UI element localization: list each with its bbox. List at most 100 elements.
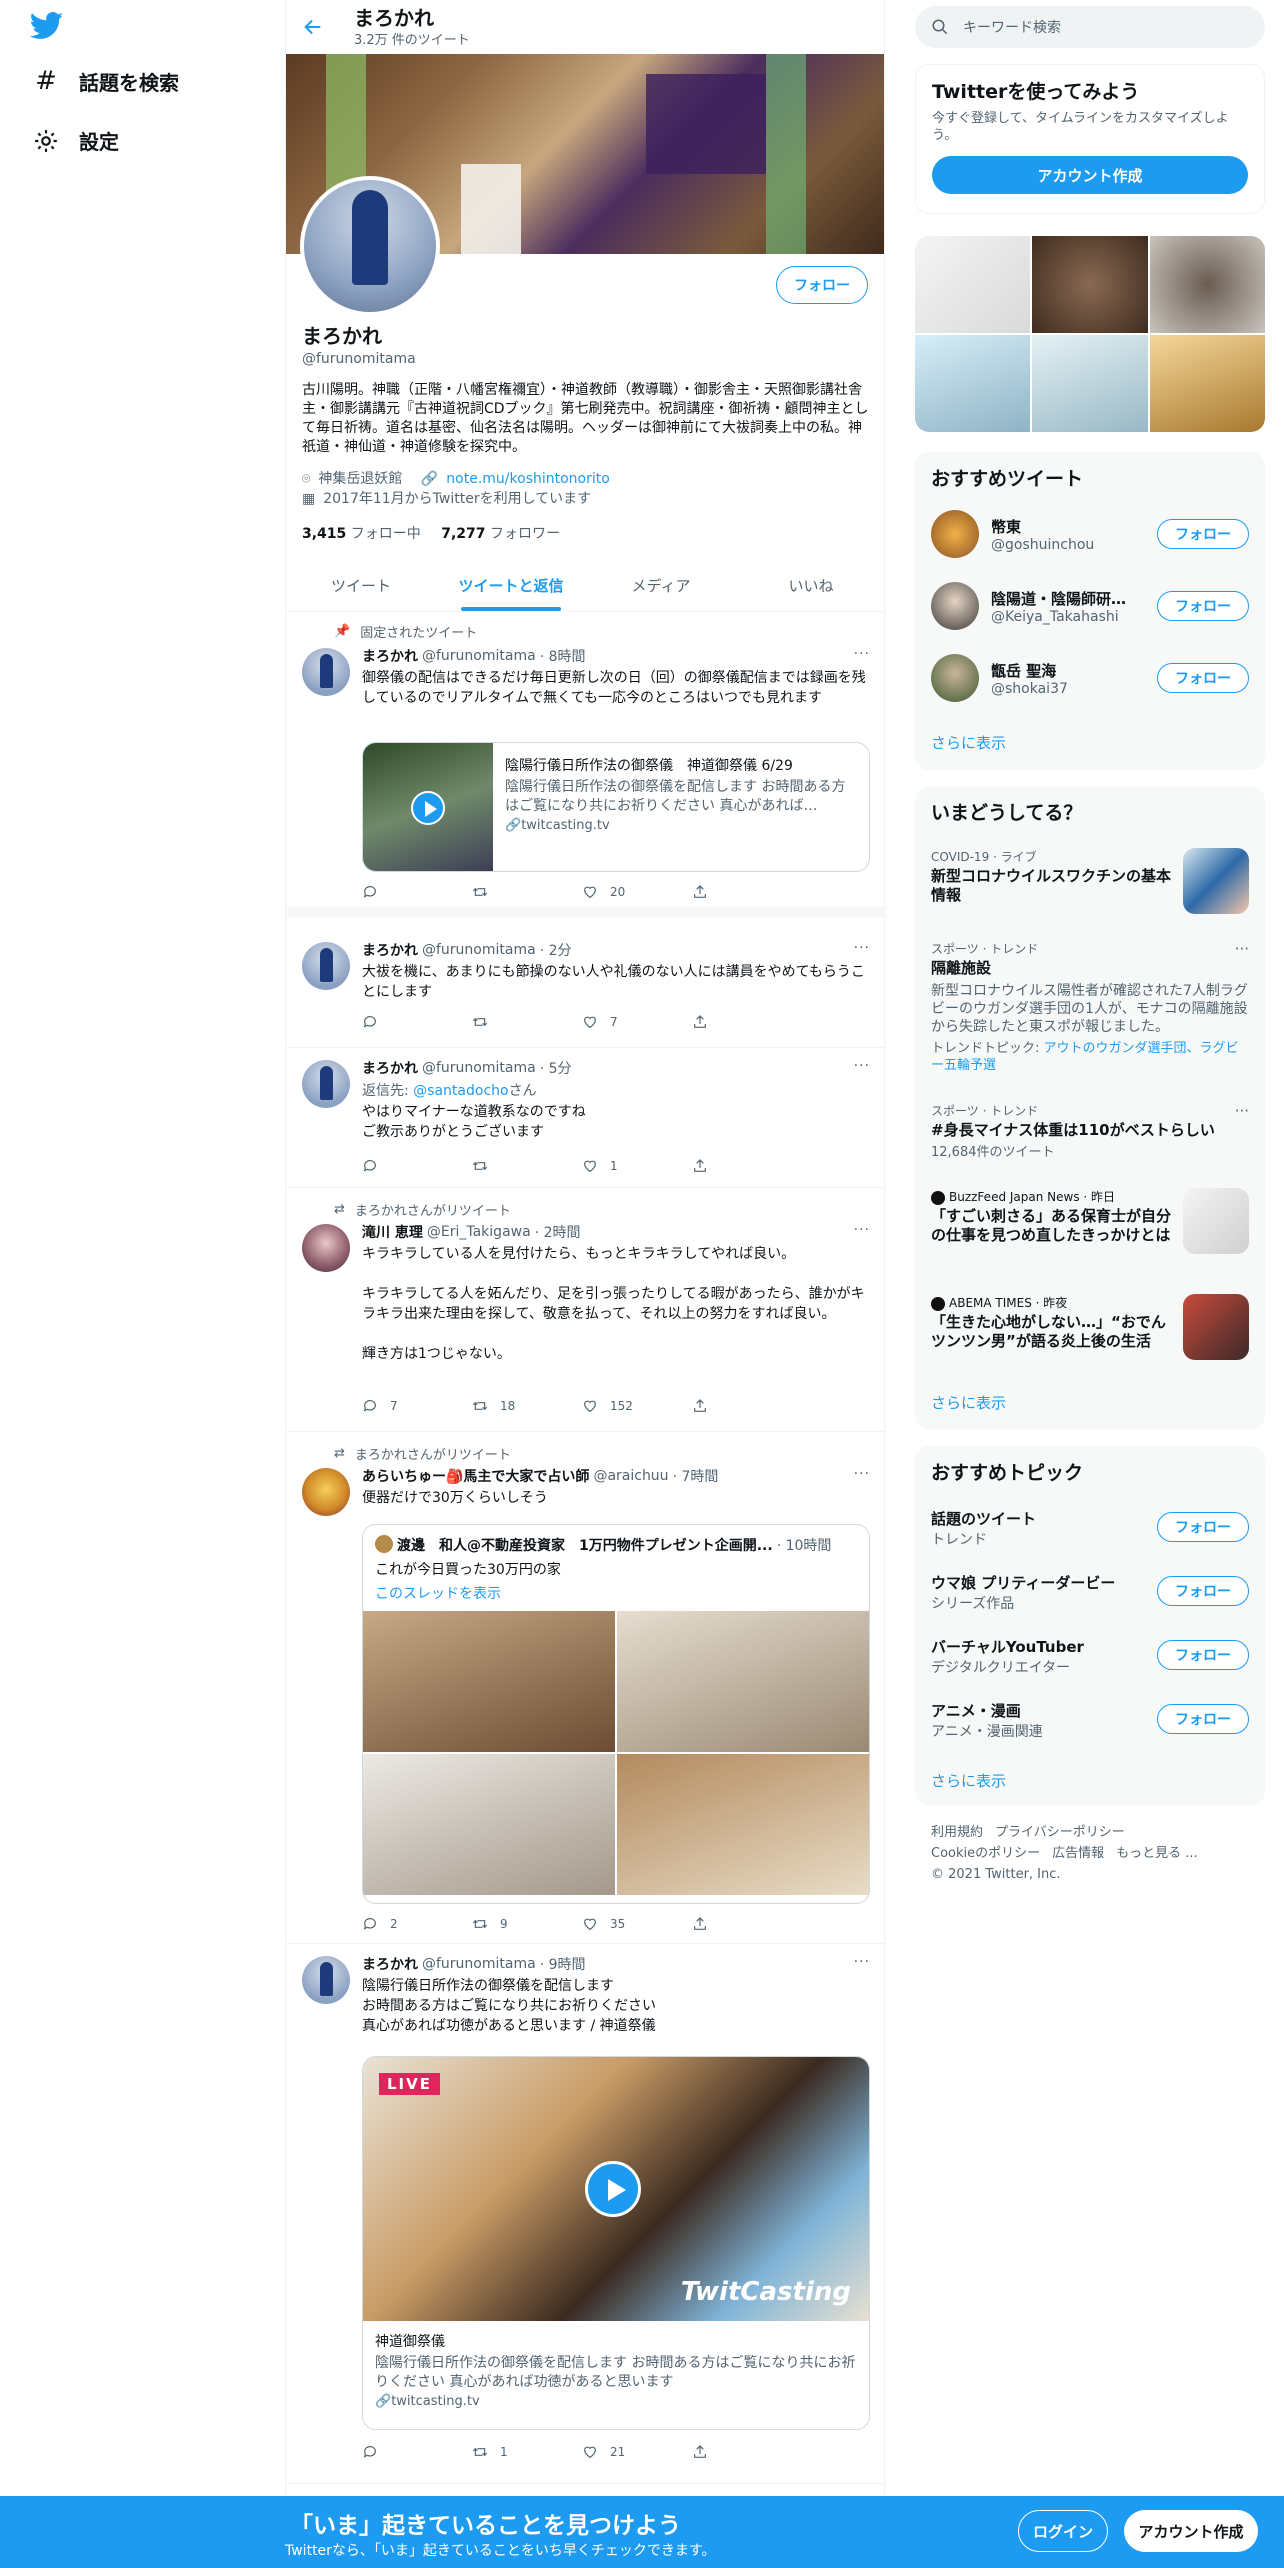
reply-button[interactable] xyxy=(362,884,472,900)
followers-link[interactable]: 7,277 フォロワー xyxy=(441,526,560,542)
photo-thumb[interactable] xyxy=(1149,236,1265,333)
timestamp[interactable]: · 8時間 xyxy=(540,646,586,666)
author-name[interactable]: 滝川 恵理 xyxy=(362,1222,423,1242)
media-image[interactable] xyxy=(617,1754,869,1895)
like-button[interactable]: 20 xyxy=(582,884,692,900)
show-more-link[interactable]: さらに表示 xyxy=(931,732,1006,753)
reply-button[interactable] xyxy=(362,2444,472,2460)
author-name[interactable]: あらいちゅー🎒馬主で大家で占い師 xyxy=(362,1466,589,1486)
signup-button[interactable]: アカウント作成 xyxy=(1124,2510,1258,2552)
trend-item[interactable]: ABEMA TIMES · 昨夜 「生きた心地がしない…」“おでんツンツン男”が… xyxy=(931,1294,1249,1360)
tab-tweets[interactable]: ツイート xyxy=(286,560,436,611)
play-icon[interactable] xyxy=(585,2161,641,2217)
more-icon[interactable]: ··· xyxy=(854,940,870,956)
retweet-button[interactable]: 9 xyxy=(472,1916,582,1932)
suggested-user[interactable]: 甑岳 聖海 @shokai37 フォロー xyxy=(931,654,1249,702)
live-card[interactable]: LIVE TwitCasting 神道御祭儀 陰陽行儀日所作法の御祭儀を配信しま… xyxy=(362,2056,870,2430)
timestamp[interactable]: · 9時間 xyxy=(540,1954,586,1974)
photo-thumb[interactable] xyxy=(1032,335,1148,432)
reply-button[interactable] xyxy=(362,1014,472,1030)
search-bar[interactable]: キーワード検索 xyxy=(915,6,1265,48)
avatar[interactable] xyxy=(302,1224,350,1272)
login-button[interactable]: ログイン xyxy=(1018,2510,1108,2552)
quote-author[interactable]: 渡邊 和人@不動産投資家 1万円物件プレゼント企画開... xyxy=(397,1535,773,1555)
more-icon[interactable]: ··· xyxy=(1235,1102,1249,1120)
more-icon[interactable]: ··· xyxy=(854,1058,870,1074)
profile-follow-button[interactable]: フォロー xyxy=(776,266,868,304)
share-button[interactable] xyxy=(692,1916,802,1932)
photo-thumb[interactable] xyxy=(1032,236,1148,333)
more-icon[interactable]: ··· xyxy=(1235,940,1249,958)
like-button[interactable]: 35 xyxy=(582,1916,692,1932)
footer-link[interactable]: 利用規約 xyxy=(931,1825,983,1840)
avatar[interactable] xyxy=(302,1468,350,1516)
tweet[interactable]: ⇄ まろかれさんがリツイート 滝川 恵理 @Eri_Takigawa · 2時間 ···… xyxy=(286,1188,886,1432)
suggested-user[interactable]: 陰陽道・陰陽師研究... @Keiya_Takahashi フォロー xyxy=(931,582,1249,630)
trend-item[interactable]: BuzzFeed Japan News · 昨日 「すごい刺さる」ある保育士が自… xyxy=(931,1188,1249,1254)
timestamp[interactable]: · 5分 xyxy=(540,1058,572,1078)
tweet[interactable]: ⇄ まろかれさんがリツイート あらいちゅー🎒馬主で大家で占い師 @araichuu ·… xyxy=(286,1432,886,1944)
photo-thumb[interactable] xyxy=(915,236,1031,333)
follow-button[interactable]: フォロー xyxy=(1157,1704,1249,1734)
trend-item[interactable]: スポーツ · トレンド ··· #身長マイナス体重は110がベストらしい 12,… xyxy=(931,1102,1249,1162)
tab-tweets-and-replies[interactable]: ツイートと返信 xyxy=(436,560,586,611)
avatar[interactable] xyxy=(302,648,350,696)
retweet-button[interactable] xyxy=(472,884,582,900)
follow-button[interactable]: フォロー xyxy=(1157,1576,1249,1606)
avatar[interactable] xyxy=(302,1956,350,2004)
timestamp[interactable]: · 7時間 xyxy=(673,1466,719,1486)
share-button[interactable] xyxy=(692,1014,802,1030)
media-image[interactable] xyxy=(363,1754,615,1895)
quote-tweet[interactable]: 渡邊 和人@不動産投資家 1万円物件プレゼント企画開... · 10時間 これが… xyxy=(362,1524,870,1904)
like-button[interactable]: 152 xyxy=(582,1398,692,1414)
footer-link[interactable]: プライバシーポリシー xyxy=(995,1825,1125,1840)
timestamp[interactable]: · 2分 xyxy=(540,940,572,960)
avatar[interactable] xyxy=(302,942,350,990)
follow-button[interactable]: フォロー xyxy=(1157,591,1249,621)
author-name[interactable]: まろかれ xyxy=(362,1058,418,1078)
share-button[interactable] xyxy=(692,1398,802,1414)
share-button[interactable] xyxy=(692,884,802,900)
nav-explore[interactable]: # 話題を検索 xyxy=(33,66,179,96)
photo-thumb[interactable] xyxy=(1149,335,1265,432)
retweet-button[interactable]: 1 xyxy=(472,2444,582,2460)
back-arrow-icon[interactable] xyxy=(302,16,324,38)
trend-item[interactable]: COVID-19 · ライブ 新型コロナウイルスワクチンの基本情報 xyxy=(931,848,1249,914)
reply-button[interactable]: 2 xyxy=(362,1916,472,1932)
topic-item[interactable]: バーチャルYouTuber デジタルクリエイター フォロー xyxy=(931,1636,1249,1677)
more-icon[interactable]: ··· xyxy=(854,646,870,662)
tab-media[interactable]: メディア xyxy=(586,560,736,611)
profile-avatar[interactable] xyxy=(300,176,440,316)
following-link[interactable]: 3,415 フォロー中 xyxy=(302,526,421,542)
author-name[interactable]: まろかれ xyxy=(362,646,418,666)
topic-item[interactable]: アニメ・漫画 アニメ・漫画関連 フォロー xyxy=(931,1700,1249,1741)
like-button[interactable]: 1 xyxy=(582,1158,692,1174)
follow-button[interactable]: フォロー xyxy=(1157,663,1249,693)
topic-item[interactable]: 話題のツイート トレンド フォロー xyxy=(931,1508,1249,1549)
footer-more-link[interactable]: もっと見る ... xyxy=(1116,1846,1198,1861)
profile-link[interactable]: note.mu/koshintonorito xyxy=(446,471,610,487)
reply-to-handle[interactable]: @santadocho xyxy=(413,1083,508,1099)
follow-button[interactable]: フォロー xyxy=(1157,1512,1249,1542)
follow-button[interactable]: フォロー xyxy=(1157,519,1249,549)
tweet[interactable]: 📌 固定されたツイート まろかれ @furunomitama · 8時間 ··· 御祭儀… xyxy=(286,612,886,918)
more-icon[interactable]: ··· xyxy=(854,1954,870,1970)
media-image[interactable] xyxy=(363,1611,615,1752)
search-input[interactable]: キーワード検索 xyxy=(963,17,1061,37)
tweet[interactable]: まろかれ @furunomitama · 2分 ··· 大祓を機に、あまりにも節操のな… xyxy=(286,930,886,1048)
share-button[interactable] xyxy=(692,1158,802,1174)
create-account-button[interactable]: アカウント作成 xyxy=(932,156,1248,194)
suggested-user[interactable]: 幣東 @goshuinchou フォロー xyxy=(931,510,1249,558)
show-more-link[interactable]: さらに表示 xyxy=(931,1770,1006,1791)
like-button[interactable]: 7 xyxy=(582,1014,692,1030)
twitter-logo-icon[interactable] xyxy=(30,12,64,40)
more-icon[interactable]: ··· xyxy=(854,1466,870,1482)
tweet[interactable]: まろかれ @furunomitama · 9時間 ··· 陰陽行儀日所作法の御祭儀を配… xyxy=(286,1944,886,2484)
link-card[interactable]: 陰陽行儀日所作法の御祭儀 神道御祭儀 6/29 陰陽行儀日所作法の御祭儀を配信し… xyxy=(362,742,870,872)
footer-link[interactable]: Cookieのポリシー xyxy=(931,1846,1040,1861)
share-button[interactable] xyxy=(692,2444,802,2460)
tweet[interactable]: まろかれ @furunomitama · 5分 ··· 返信先: @santadoch… xyxy=(286,1048,886,1188)
retweet-button[interactable] xyxy=(472,1014,582,1030)
like-button[interactable]: 21 xyxy=(582,2444,692,2460)
trend-item[interactable]: スポーツ · トレンド ··· 隔離施設 新型コロナウイルス陽性者が確認された7… xyxy=(931,940,1249,1074)
